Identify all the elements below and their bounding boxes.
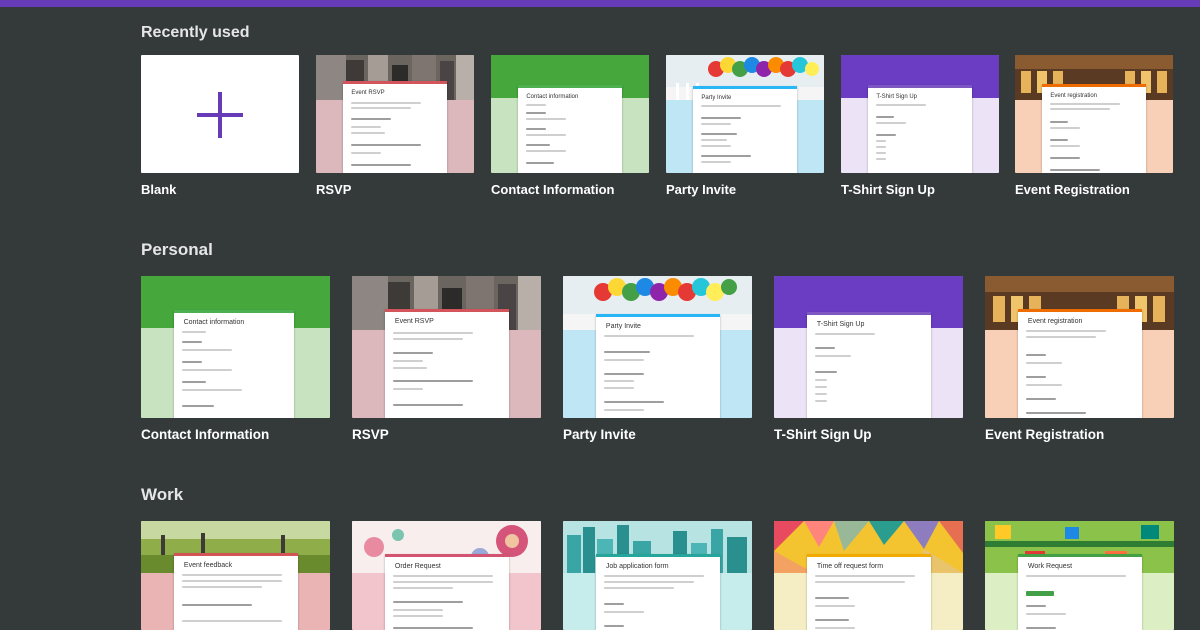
template-name: Event Registration bbox=[985, 427, 1105, 442]
template-card-t-shirt-sign-up[interactable]: T-Shirt Sign Up T-Shirt Sign Up bbox=[774, 276, 963, 446]
template-card-event-feedback[interactable]: Event feedback bbox=[141, 521, 330, 630]
template-thumbnail: Order Request bbox=[352, 521, 541, 630]
template-name: Blank bbox=[141, 182, 177, 197]
template-card-blank[interactable]: Blank bbox=[141, 55, 299, 201]
template-name: Party Invite bbox=[666, 182, 737, 197]
template-thumbnail: Party Invite bbox=[666, 55, 824, 173]
form-title: Event feedback bbox=[183, 562, 233, 569]
template-thumbnail: Event RSVP bbox=[352, 276, 541, 418]
template-card-rsvp[interactable]: Event RSVP RSVP bbox=[352, 276, 541, 446]
template-thumbnail: Party Invite bbox=[563, 276, 752, 418]
form-title: Work Request bbox=[1027, 563, 1073, 570]
form-title: Party Invite bbox=[605, 323, 641, 330]
form-title: Order Request bbox=[394, 563, 441, 570]
template-thumbnail: Time off request form bbox=[774, 521, 963, 630]
section-title-work: Work bbox=[141, 485, 184, 504]
template-card-party-invite[interactable]: Party Invite Party Invite bbox=[563, 276, 752, 446]
template-card-work-request[interactable]: Work Request bbox=[985, 521, 1174, 630]
template-name: T-Shirt Sign Up bbox=[774, 427, 872, 442]
section-title-recently-used: Recently used bbox=[141, 24, 250, 41]
template-thumbnail: Work Request bbox=[985, 521, 1174, 630]
template-name: T-Shirt Sign Up bbox=[841, 182, 935, 197]
top-accent-bar bbox=[0, 0, 1200, 7]
template-card-job-application[interactable]: Job application form bbox=[563, 521, 752, 630]
template-name: Contact Information bbox=[141, 427, 270, 442]
template-thumbnail bbox=[141, 55, 299, 173]
template-card-rsvp[interactable]: Event RSVP RSVP bbox=[316, 55, 474, 201]
form-title: Event registration bbox=[1050, 93, 1098, 99]
template-thumbnail: T-Shirt Sign Up bbox=[841, 55, 999, 173]
template-name: Event Registration bbox=[1015, 182, 1130, 197]
template-thumbnail: Contact information bbox=[491, 55, 649, 173]
template-card-party-invite[interactable]: Party Invite Party Invite bbox=[666, 55, 824, 201]
form-title: Event registration bbox=[1027, 318, 1083, 325]
section-title-personal: Personal bbox=[141, 240, 213, 259]
template-thumbnail: Event feedback bbox=[141, 521, 330, 630]
template-thumbnail: Event registration bbox=[1015, 55, 1173, 173]
template-card-event-registration[interactable]: Event registration Event Registration bbox=[985, 276, 1174, 446]
template-thumbnail: Event registration bbox=[985, 276, 1174, 418]
plus-icon bbox=[197, 92, 243, 138]
form-title: Contact information bbox=[183, 319, 245, 326]
form-title: T-Shirt Sign Up bbox=[876, 94, 917, 100]
form-title: Contact information bbox=[526, 94, 579, 100]
template-card-event-registration[interactable]: Event registration Event Registration bbox=[1015, 55, 1173, 201]
template-card-contact-information[interactable]: Contact information Contact Information bbox=[141, 276, 330, 446]
form-title: Time off request form bbox=[816, 563, 884, 570]
form-title: Event RSVP bbox=[351, 90, 385, 96]
template-thumbnail: Contact information bbox=[141, 276, 330, 418]
form-title: Party Invite bbox=[701, 95, 732, 101]
template-card-order-request[interactable]: Order Request bbox=[352, 521, 541, 630]
template-card-t-shirt-sign-up[interactable]: T-Shirt Sign Up T-Shirt Sign Up bbox=[841, 55, 999, 201]
template-card-time-off-request[interactable]: Time off request form bbox=[774, 521, 963, 630]
template-name: Contact Information bbox=[491, 182, 615, 197]
template-card-contact-information[interactable]: Contact information Contact Information bbox=[491, 55, 649, 201]
form-title: T-Shirt Sign Up bbox=[816, 321, 865, 328]
template-thumbnail: T-Shirt Sign Up bbox=[774, 276, 963, 418]
template-thumbnail: Job application form bbox=[563, 521, 752, 630]
template-name: Party Invite bbox=[563, 427, 636, 442]
template-name: RSVP bbox=[352, 427, 389, 442]
form-title: Job application form bbox=[605, 563, 669, 570]
form-title: Event RSVP bbox=[394, 318, 434, 325]
template-name: RSVP bbox=[316, 182, 352, 197]
template-thumbnail: Event RSVP bbox=[316, 55, 474, 173]
